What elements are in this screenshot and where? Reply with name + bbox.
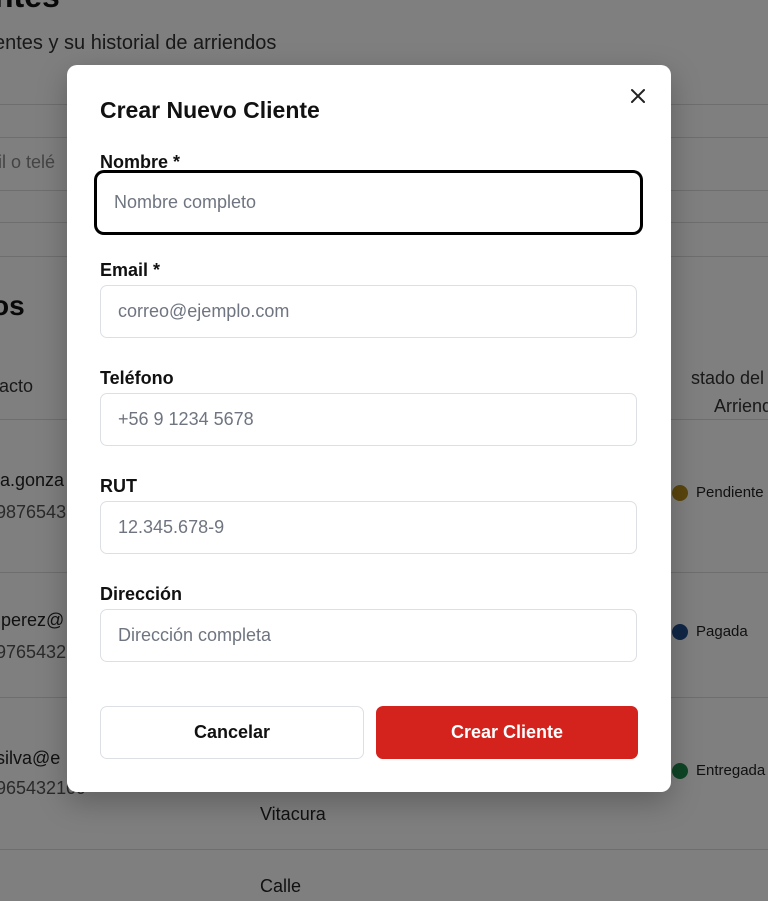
direccion-input[interactable] [100,609,637,662]
nombre-input[interactable] [95,171,642,234]
create-client-dialog: Crear Nuevo Cliente Nombre * Email * Tel… [67,65,671,792]
telefono-label: Teléfono [100,368,174,388]
rut-label: RUT [100,476,137,496]
dialog-title: Crear Nuevo Cliente [100,97,320,123]
close-icon [631,89,645,103]
rut-input[interactable] [100,501,637,554]
email-input[interactable] [100,285,637,338]
telefono-input[interactable] [100,393,637,446]
nombre-label: Nombre * [100,152,181,172]
email-label: Email * [100,260,161,280]
cancel-button[interactable]: Cancelar [100,706,364,759]
create-client-button[interactable]: Crear Cliente [376,706,638,759]
close-button[interactable] [627,85,649,107]
direccion-label: Dirección [100,584,183,604]
